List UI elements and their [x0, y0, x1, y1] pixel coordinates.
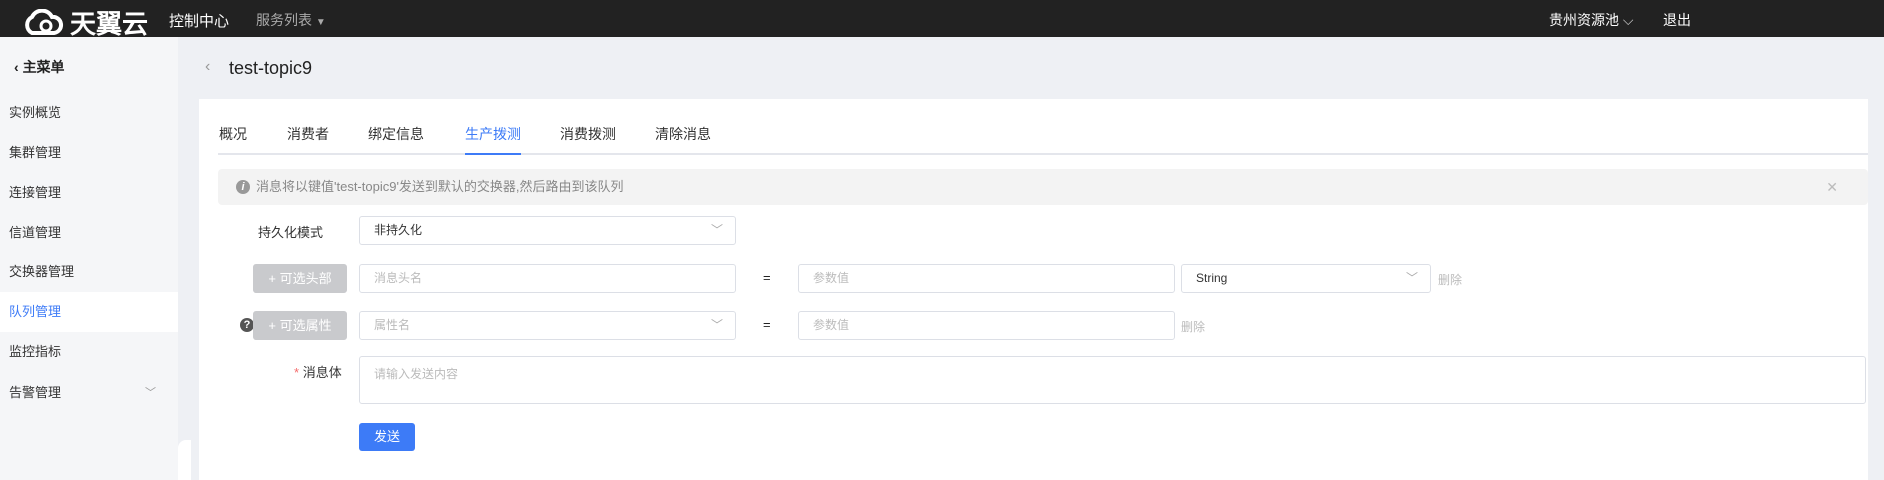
sidebar: ‹ 主菜单 实例概览 集群管理 连接管理 信道管理 交换器管理 队列管理 监控指…: [0, 37, 178, 480]
page-title: test-topic9: [229, 58, 313, 78]
main-menu-label: 主菜单: [22, 59, 65, 75]
chevron-down-icon: ﹀: [1405, 271, 1418, 285]
sidebar-item-channel[interactable]: 信道管理: [0, 213, 178, 253]
add-property-button[interactable]: + 可选属性: [253, 311, 347, 340]
back-arrow-icon[interactable]: ‹: [205, 58, 210, 76]
tab-consume-test[interactable]: 消费拨测: [560, 124, 616, 155]
body-label-text: 消息体: [302, 365, 342, 380]
chevron-left-icon: ‹: [14, 59, 19, 75]
close-icon[interactable]: ✕: [1826, 169, 1838, 205]
region-label: 贵州资源池: [1549, 12, 1619, 28]
property-name-select[interactable]: 属性名 ﹀: [359, 311, 736, 340]
delete-header-link[interactable]: 删除: [1438, 271, 1462, 288]
brand-name: 天翼云: [70, 9, 149, 39]
header-value-input[interactable]: 参数值: [798, 264, 1175, 293]
equals-sign: =: [763, 270, 771, 285]
info-alert: i 消息将以键值'test-topic9'发送到默认的交换器,然后路由到该队列 …: [218, 169, 1868, 205]
sidebar-item-instance-overview[interactable]: 实例概览: [0, 93, 178, 133]
top-bar: 天翼云 控制中心 服务列表 ▼ 贵州资源池 ⌵ 退出: [0, 0, 1884, 39]
message-body-textarea[interactable]: 请输入发送内容: [359, 356, 1866, 404]
body-label: * 消息体: [294, 362, 342, 381]
chevron-down-icon: ﹀: [145, 387, 156, 399]
delete-property-link[interactable]: 删除: [1181, 318, 1205, 335]
services-label: 服务列表: [256, 12, 312, 28]
equals-sign: =: [763, 317, 771, 332]
persistence-label: 持久化模式: [258, 225, 324, 240]
chevron-down-icon: ﹀: [710, 318, 723, 332]
persistence-select[interactable]: 非持久化 ﹀: [359, 216, 736, 245]
sidebar-item-cluster[interactable]: 集群管理: [0, 133, 178, 173]
persistence-value: 非持久化: [374, 223, 423, 237]
sidebar-item-queue[interactable]: 队列管理: [0, 292, 178, 332]
type-value: String: [1196, 271, 1228, 285]
sidebar-collapse-handle[interactable]: [178, 440, 191, 480]
tab-produce-test[interactable]: 生产拨测: [465, 124, 521, 155]
property-placeholder: 属性名: [374, 318, 411, 332]
console-title[interactable]: 控制中心: [169, 10, 229, 31]
caret-down-icon: ▼: [315, 17, 326, 28]
cloud-logo-icon: [25, 8, 64, 35]
send-button[interactable]: 发送: [359, 423, 415, 451]
tab-bindings[interactable]: 绑定信息: [368, 124, 424, 155]
back-to-main-menu[interactable]: ‹ 主菜单: [14, 57, 65, 77]
header-name-input[interactable]: 消息头名: [359, 264, 736, 293]
services-menu[interactable]: 服务列表 ▼: [256, 10, 326, 30]
tab-overview[interactable]: 概况: [219, 124, 247, 155]
info-icon: i: [236, 180, 250, 194]
help-icon[interactable]: ?: [240, 318, 254, 332]
sidebar-item-exchange[interactable]: 交换器管理: [0, 252, 178, 292]
property-value-input[interactable]: 参数值: [798, 311, 1175, 340]
alert-text: 消息将以键值'test-topic9'发送到默认的交换器,然后路由到该队列: [256, 179, 624, 194]
tab-consumers[interactable]: 消费者: [287, 124, 329, 155]
tab-bar: 概况 消费者 绑定信息 生产拨测 消费拨测 清除消息: [218, 124, 1868, 155]
header-type-select[interactable]: String ﹀: [1181, 264, 1431, 293]
alarm-label: 告警管理: [9, 385, 62, 400]
sidebar-item-monitoring[interactable]: 监控指标: [0, 332, 178, 372]
logo[interactable]: 天翼云: [20, 4, 148, 41]
required-mark: *: [294, 365, 300, 380]
add-header-button[interactable]: + 可选头部: [253, 264, 347, 293]
chevron-down-icon: ﹀: [710, 223, 723, 237]
sidebar-item-connection[interactable]: 连接管理: [0, 173, 178, 213]
sidebar-item-alarm[interactable]: 告警管理 ﹀: [0, 373, 178, 413]
region-select[interactable]: 贵州资源池 ⌵: [1549, 10, 1634, 30]
tab-purge[interactable]: 清除消息: [655, 124, 711, 155]
chevron-down-icon: ⌵: [1622, 12, 1634, 28]
logout-link[interactable]: 退出: [1663, 10, 1691, 30]
